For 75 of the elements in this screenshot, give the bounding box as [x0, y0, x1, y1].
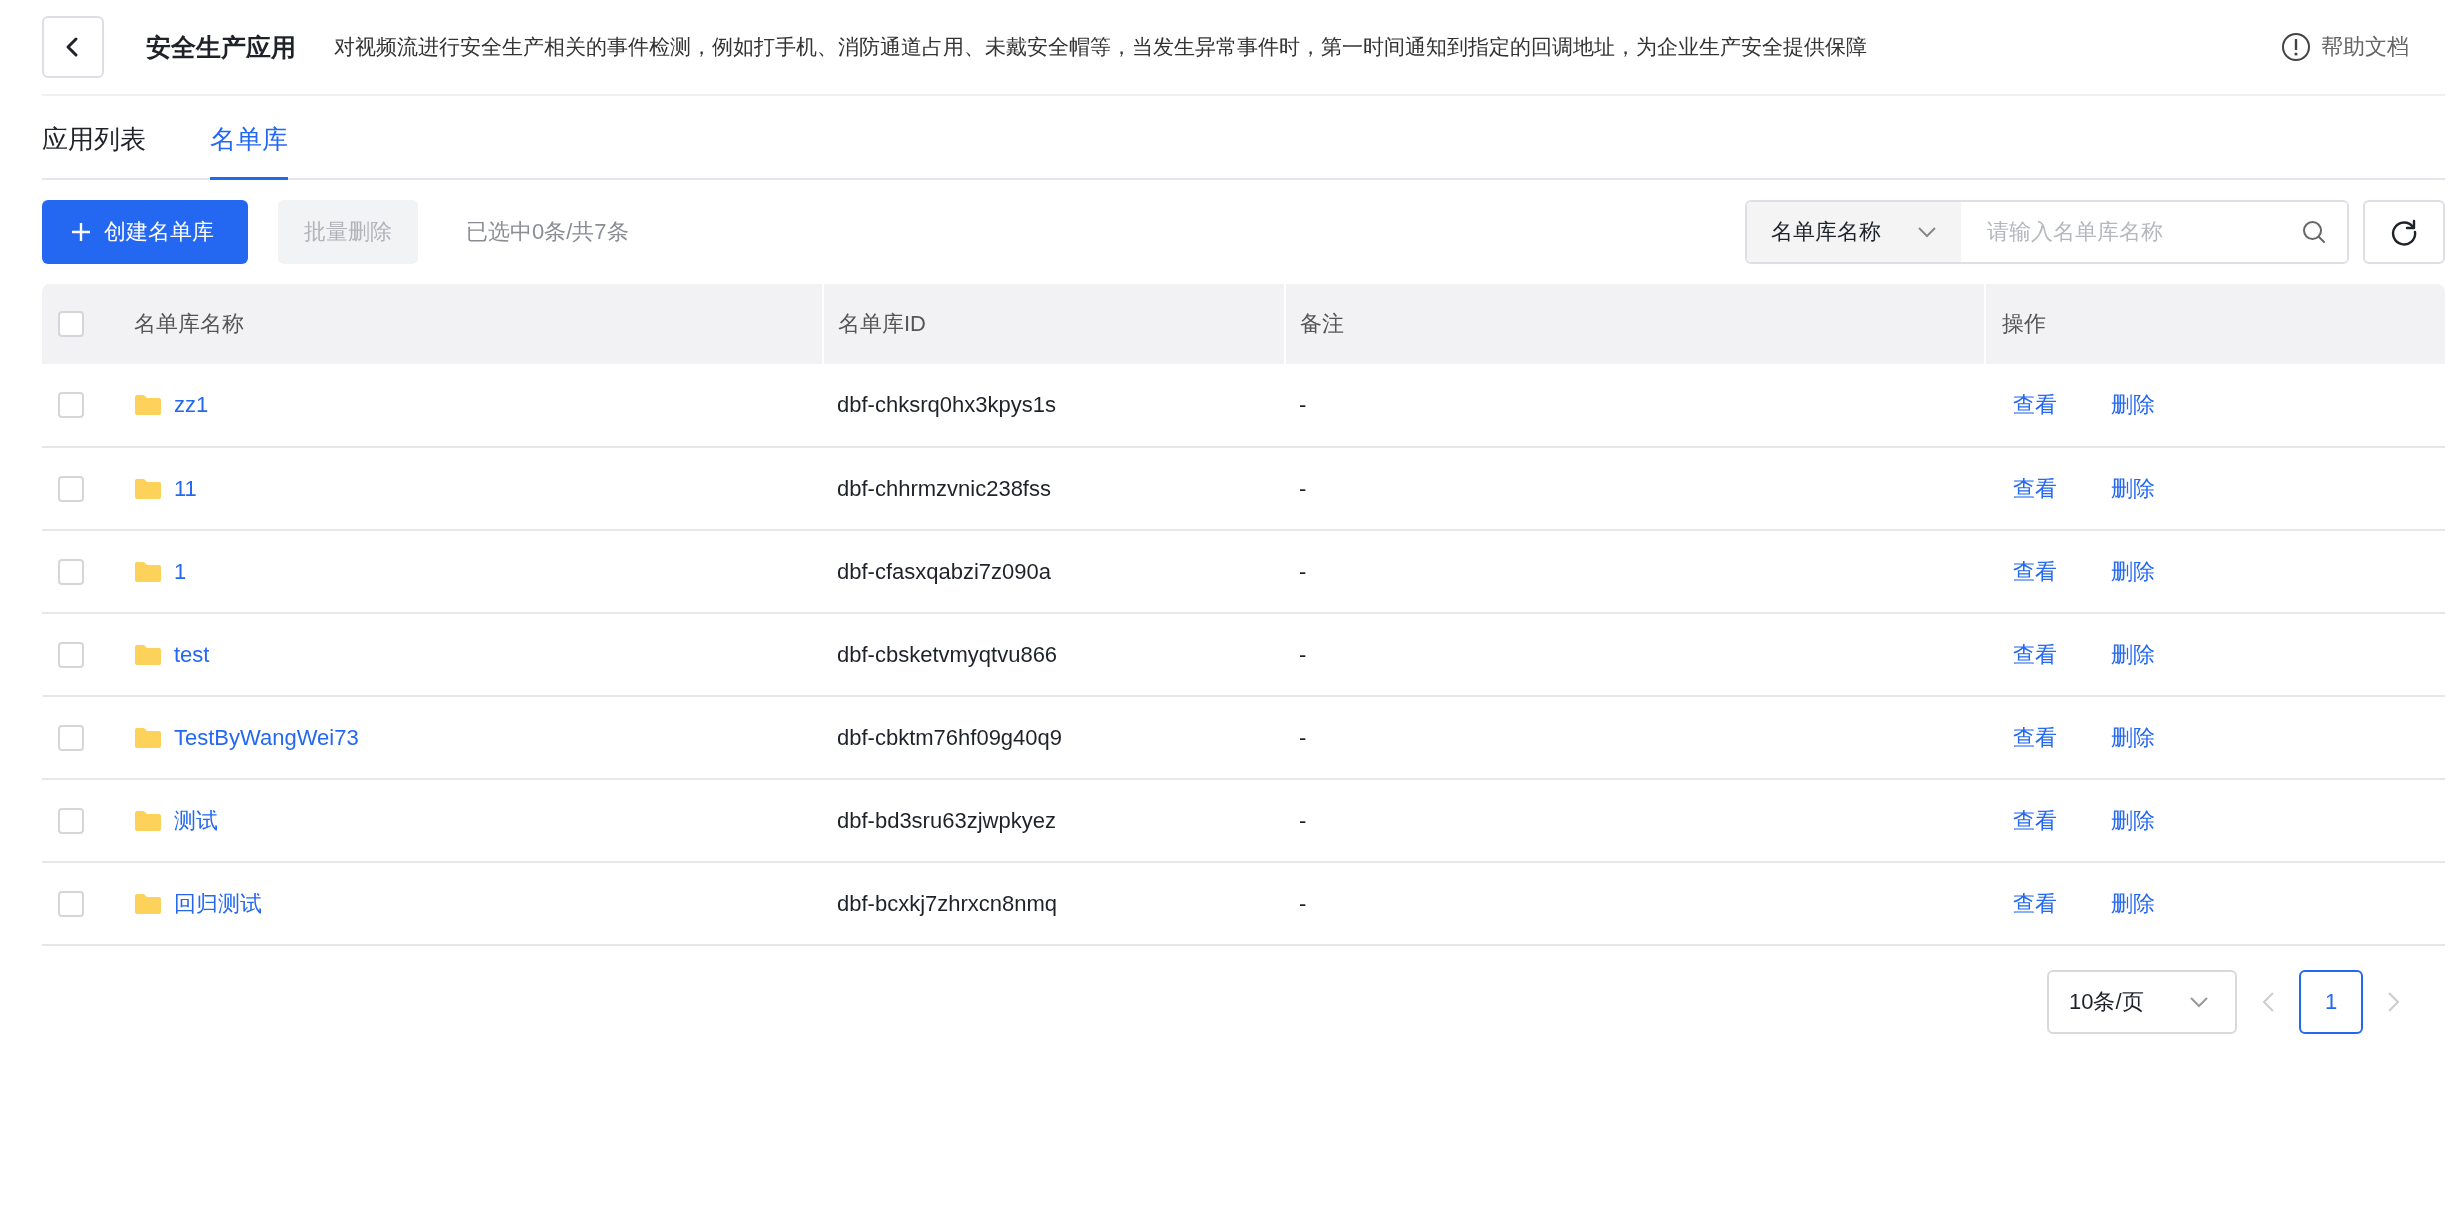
page-button[interactable]: 1 [2299, 970, 2363, 1034]
table-cell: dbf-cbktm76hf09g40q9 [837, 724, 1063, 750]
delete-link[interactable]: 删除 [2111, 639, 2155, 670]
checkbox[interactable] [58, 558, 84, 585]
column-header: 名单库ID [838, 311, 926, 336]
search-icon[interactable] [2301, 219, 2327, 245]
folder-icon [134, 477, 162, 500]
next-page-icon[interactable] [2387, 991, 2401, 1013]
table-cell: - [1299, 558, 1307, 584]
exclamation-icon [2281, 32, 2311, 62]
table-cell: - [1299, 890, 1307, 916]
refresh-icon [2390, 218, 2418, 246]
table-cell: - [1299, 392, 1307, 417]
table-cell: dbf-chhrmzvnic238fss [837, 475, 1051, 501]
checkbox[interactable] [58, 724, 84, 751]
chevron-down-icon [1917, 226, 1937, 238]
view-link[interactable]: 查看 [2013, 639, 2057, 670]
delete-link[interactable]: 删除 [2111, 556, 2155, 587]
name-link[interactable]: 1 [174, 558, 187, 585]
selection-summary: 已选中0条/共7条 [466, 218, 629, 246]
name-link[interactable]: 11 [174, 475, 197, 502]
folder-icon [134, 643, 162, 666]
name-link[interactable]: 回归测试 [174, 888, 262, 919]
tab[interactable]: 名单库 [210, 96, 288, 180]
name-link[interactable]: TestByWangWei73 [174, 724, 359, 751]
table-cell: dbf-cbsketvmyqtvu866 [837, 641, 1058, 667]
folder-icon [134, 809, 162, 832]
checkbox[interactable] [58, 392, 84, 418]
refresh-button[interactable] [2363, 200, 2445, 264]
table-cell: - [1299, 724, 1307, 750]
delete-link[interactable]: 删除 [2111, 888, 2155, 919]
checkbox[interactable] [58, 475, 84, 502]
name-link[interactable]: zz1 [174, 392, 209, 418]
view-link[interactable]: 查看 [2013, 556, 2057, 587]
checkbox[interactable] [58, 807, 84, 834]
table-cell: dbf-chksrq0hx3kpys1s [837, 392, 1056, 417]
help-link[interactable]: 帮助文档 [2321, 32, 2409, 62]
page-size-dropdown[interactable]: 10条/页 [2047, 970, 2237, 1034]
view-link[interactable]: 查看 [2013, 888, 2057, 919]
name-link[interactable]: test [174, 641, 210, 668]
delete-link[interactable]: 删除 [2111, 722, 2155, 753]
table-cell: - [1299, 807, 1307, 833]
chevron-down-icon [2189, 996, 2209, 1008]
page-description: 对视频流进行安全生产相关的事件检测，例如打手机、消防通道占用、未戴安全帽等，当发生异常事件时，第一时间通知到指定的回调地址，为企业生产安全提供保障 [334, 34, 1868, 60]
view-link[interactable]: 查看 [2013, 805, 2057, 836]
column-header: 名单库名称 [134, 310, 244, 338]
create-button[interactable]: 创建名单库 [42, 200, 248, 264]
checkbox[interactable] [58, 890, 84, 917]
plus-icon [70, 221, 92, 243]
filter-dropdown[interactable]: 名单库名称 [1747, 202, 1961, 262]
page-title: 安全生产应用 [146, 31, 296, 63]
checkbox[interactable] [58, 311, 84, 337]
folder-icon [134, 394, 162, 416]
name-link[interactable]: 测试 [174, 805, 218, 836]
column-header: 备注 [1300, 311, 1344, 336]
table-cell: dbf-bcxkj7zhrxcn8nmq [837, 890, 1058, 916]
table-cell: - [1299, 641, 1307, 667]
delete-link[interactable]: 删除 [2111, 805, 2155, 836]
back-button[interactable] [42, 16, 104, 78]
folder-icon [134, 726, 162, 749]
view-link[interactable]: 查看 [2013, 473, 2057, 504]
checkbox[interactable] [58, 641, 84, 668]
folder-icon [134, 892, 162, 915]
table-cell: - [1299, 475, 1307, 501]
search-field[interactable]: 请输入名单库名称 [1985, 218, 2301, 246]
column-header: 操作 [2002, 311, 2046, 336]
delete-link[interactable]: 删除 [2111, 390, 2155, 420]
table-cell: dbf-bd3sru63zjwpkyez [837, 807, 1056, 833]
folder-icon [134, 560, 162, 583]
view-link[interactable]: 查看 [2013, 390, 2057, 420]
delete-link[interactable]: 删除 [2111, 473, 2155, 504]
tab[interactable]: 应用列表 [42, 96, 146, 180]
view-link[interactable]: 查看 [2013, 722, 2057, 753]
previous-page-icon[interactable] [2261, 991, 2275, 1013]
table-cell: dbf-cfasxqabzi7z090a [837, 558, 1052, 584]
